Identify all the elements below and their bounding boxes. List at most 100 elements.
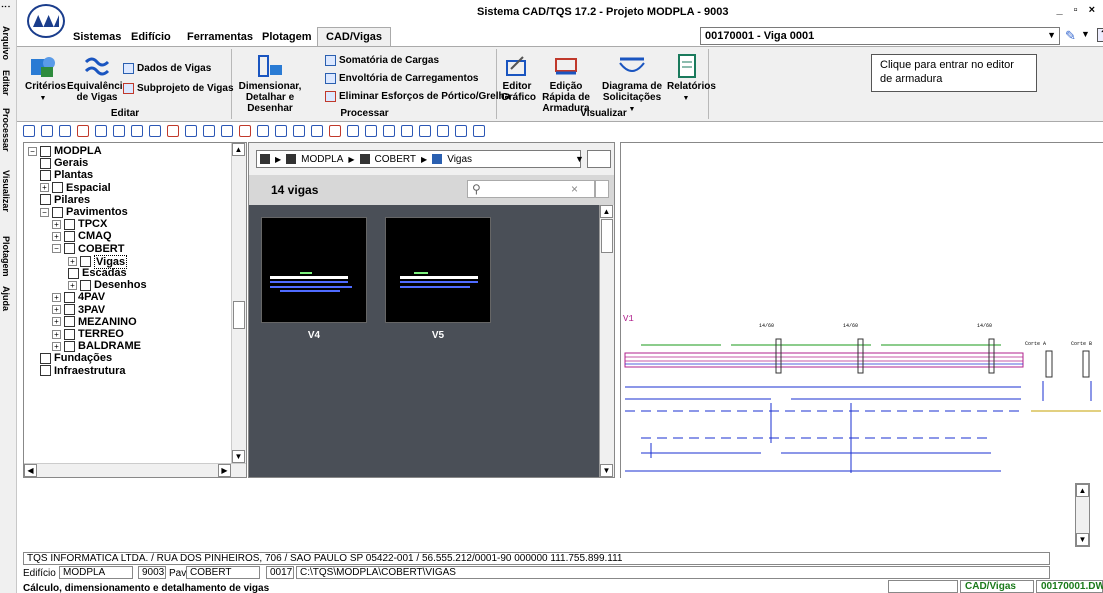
dados-vigas-button[interactable]: Dados de Vigas [123,63,211,74]
expand-icon[interactable]: + [68,280,77,290]
toolbar-tool-icon[interactable] [167,125,179,137]
toolbar-tool-icon[interactable] [311,125,323,137]
tab-cad-vigas[interactable]: CAD/Vigas [317,27,392,46]
toolbar-tool-icon[interactable] [329,125,341,137]
tree-item[interactable]: Escadas [68,267,127,279]
chevron-down-icon[interactable]: ▼ [575,154,584,164]
tree-item[interactable]: +3PAV [52,304,105,316]
dimensionar-button[interactable]: Dimensionar, Detalhar e Desenhar [235,53,305,114]
tree-item[interactable]: Pilares [40,194,90,206]
breadcrumb-item-project[interactable]: MODPLA [301,154,343,165]
breadcrumb-item-vigas[interactable]: Vigas [447,154,472,165]
tree-item[interactable]: Infraestrutura [40,365,126,377]
pencil-dropdown-icon[interactable]: ▼ [1081,29,1090,39]
expand-icon[interactable]: + [52,231,61,241]
expand-icon[interactable]: + [40,183,49,193]
toolbar-tool-icon[interactable] [383,125,395,137]
toolbar-tool-icon[interactable] [455,125,467,137]
toolbar-tool-icon[interactable] [257,125,269,137]
tqs-logo-icon[interactable] [27,4,65,38]
gallery-options-button[interactable] [587,150,611,168]
collapse-icon[interactable]: − [28,146,37,156]
tree-item[interactable]: + MEZANINO [52,316,137,328]
scroll-down-icon[interactable]: ▼ [600,464,613,477]
expand-icon[interactable]: + [52,305,61,315]
criterios-button[interactable]: Critérios ▼ [25,53,66,104]
filter-button[interactable] [595,180,609,198]
gallery-search-input[interactable]: ⚲ × [467,180,595,198]
toolbar-tool-icon[interactable] [275,125,287,137]
breadcrumb[interactable]: ▶ MODPLA ▶ COBERT ▶ Vigas ▼ [256,150,584,168]
expand-icon[interactable]: + [52,219,61,229]
help-button[interactable]: ? [1097,28,1103,42]
gallery-scroll-thumb[interactable] [601,219,613,253]
toolbar-tool-icon[interactable] [95,125,107,137]
toolbar-tool-icon[interactable] [293,125,305,137]
expand-icon[interactable]: + [68,257,77,267]
tree-vertical-scrollbar[interactable]: ▲ ▼ [231,143,246,477]
tree-scroll-thumb[interactable] [233,301,245,329]
tree-item[interactable]: + CMAQ [52,230,112,242]
breadcrumb-item-floor[interactable]: COBERT [375,154,417,165]
gallery-item-v4[interactable] [261,217,367,323]
toolbar-tool-icon[interactable] [149,125,161,137]
tree-item[interactable]: + BALDRAME [52,340,141,352]
tree-item[interactable]: − Pavimentos [40,206,128,218]
vmenu-visualizar[interactable]: Visualizar [1,170,11,212]
drawing-scrollbar[interactable]: ▲ ▼ [1075,483,1090,547]
drawing-preview[interactable]: V1 14/60 14/60 14/60 Corte A Corte B [620,142,1103,478]
eliminar-esforcos-button[interactable]: Eliminar Esforços de Pórtico/Grelha [325,91,510,102]
edicao-rapida-button[interactable]: Edição Rápida de Armadura [537,53,595,114]
tree-item[interactable]: Fundações [40,352,112,364]
expand-icon[interactable]: + [52,292,61,302]
toolbar-tool-icon[interactable] [221,125,233,137]
tree-item[interactable]: + TERREO [52,328,124,340]
toolbar-tool-icon[interactable] [419,125,431,137]
tree-item[interactable]: − COBERT [52,243,124,255]
tree-item[interactable]: − MODPLA [28,145,102,157]
equivalencia-button[interactable]: Equivalência de Vigas [67,53,128,103]
vmenu-processar[interactable]: Processar [1,108,11,152]
vmenu-ajuda[interactable]: Ajuda [1,286,11,311]
toolbar-tool-icon[interactable] [23,125,35,137]
tab-sistemas[interactable]: Sistemas [73,31,121,43]
tab-edificio[interactable]: Edifício [131,31,171,43]
somatoria-cargas-button[interactable]: Somatória de Cargas [325,55,439,66]
toolbar-tool-icon[interactable] [239,125,251,137]
vmenu-editar[interactable]: Editar [1,70,11,96]
toolbar-tool-icon[interactable] [113,125,125,137]
toolbar-tool-icon[interactable] [437,125,449,137]
scroll-up-icon[interactable]: ▲ [1076,484,1089,497]
scroll-left-icon[interactable]: ◀ [24,464,37,477]
scroll-down-icon[interactable]: ▼ [1076,533,1089,546]
toolbar-tool-icon[interactable] [365,125,377,137]
viga-selector[interactable]: 00170001 - Viga 0001 ▼ [700,27,1060,45]
toolbar-tool-icon[interactable] [203,125,215,137]
window-controls[interactable]: _ ▫ × [1056,4,1099,16]
tree-item[interactable]: +4PAV [52,291,105,303]
tree-item[interactable]: Gerais [40,157,88,169]
tree-item[interactable]: + Espacial [40,182,111,194]
editor-grafico-button[interactable]: Editor Gráfico [501,53,536,103]
scroll-up-icon[interactable]: ▲ [600,205,613,218]
toolbar-tool-icon[interactable] [131,125,143,137]
gallery-item-v5[interactable] [385,217,491,323]
collapse-icon[interactable]: − [52,244,61,254]
toolbar-tool-icon[interactable] [59,125,71,137]
envoltoria-button[interactable]: Envoltória de Carregamentos [325,73,478,84]
toolbar-tool-icon[interactable] [185,125,197,137]
toolbar-tool-icon[interactable] [401,125,413,137]
subprojeto-vigas-button[interactable]: Subprojeto de Vigas [123,83,234,94]
expand-icon[interactable]: + [52,341,61,351]
relatorios-button[interactable]: Relatórios ▼ [667,53,716,104]
scroll-down-icon[interactable]: ▼ [232,450,245,463]
collapse-icon[interactable]: − [40,207,49,217]
pencil-icon[interactable]: ✎ [1065,28,1076,44]
toolbar-tool-icon[interactable] [77,125,89,137]
scroll-up-icon[interactable]: ▲ [232,143,245,156]
toolbar-tool-icon[interactable] [473,125,485,137]
scroll-right-icon[interactable]: ▶ [218,464,231,477]
tab-plotagem[interactable]: Plotagem [262,31,312,43]
vmenu-arquivo[interactable]: Arquivo [1,26,11,60]
tree-item[interactable]: + TPCX [52,218,107,230]
